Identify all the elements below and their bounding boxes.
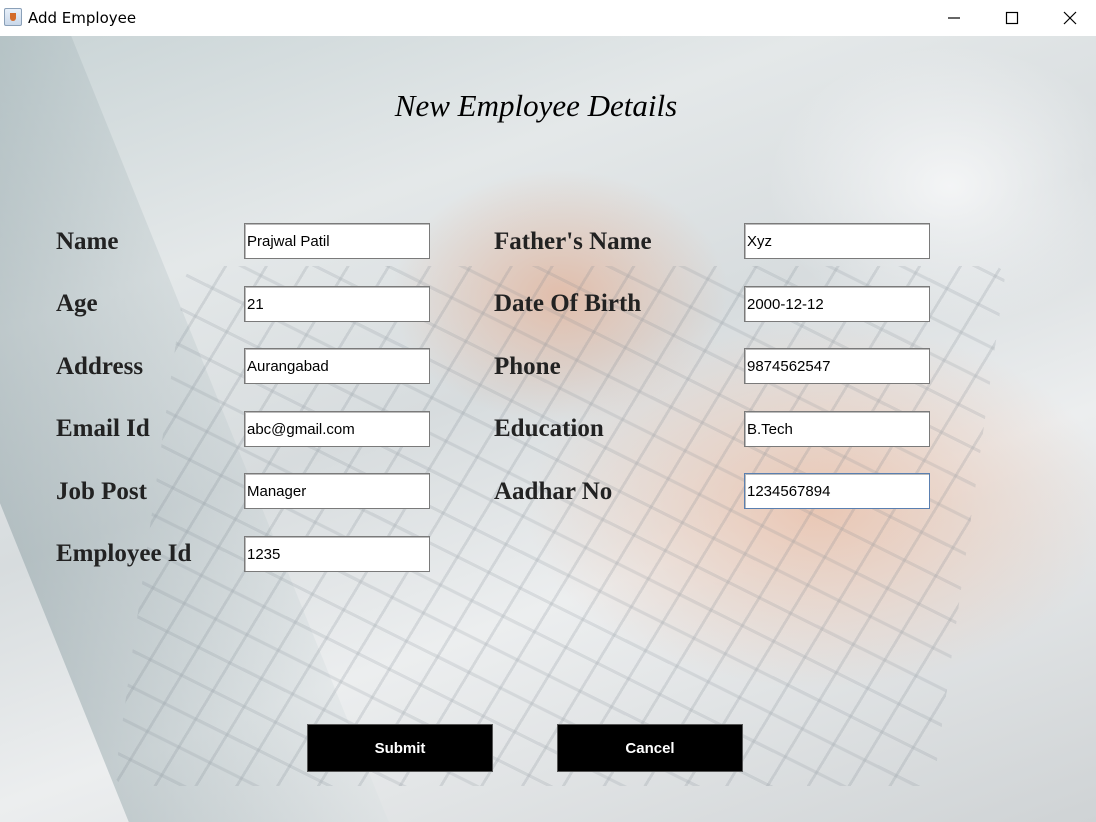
minimize-icon [948,17,960,19]
maximize-button[interactable] [983,0,1041,36]
title-bar: Add Employee [0,0,1096,36]
phone-label: Phone [494,353,561,380]
form-panel: New Employee Details Name Age Address Em… [0,36,1096,822]
age-field[interactable] [244,286,430,322]
minimize-button[interactable] [925,0,983,36]
job-post-field[interactable] [244,473,430,509]
close-icon [1063,11,1077,25]
dob-field[interactable] [744,286,930,322]
phone-field[interactable] [744,348,930,384]
aadhar-field[interactable] [744,473,930,509]
employee-id-field[interactable] [244,536,430,572]
education-field[interactable] [744,411,930,447]
java-cup-icon [4,8,22,26]
window-title: Add Employee [28,9,137,27]
email-field[interactable] [244,411,430,447]
background-keyboard [113,266,1007,786]
maximize-icon [1005,11,1019,25]
email-label: Email Id [56,415,150,442]
employee-id-label: Employee Id [56,540,192,567]
name-label: Name [56,228,119,255]
job-post-label: Job Post [56,478,147,505]
close-button[interactable] [1041,0,1096,36]
fathers-name-field[interactable] [744,223,930,259]
education-label: Education [494,415,604,442]
age-label: Age [56,290,98,317]
cancel-button[interactable]: Cancel [557,724,743,772]
fathers-name-label: Father's Name [494,228,652,255]
aadhar-label: Aadhar No [494,478,613,505]
address-label: Address [56,353,144,380]
address-field[interactable] [244,348,430,384]
submit-button[interactable]: Submit [307,724,493,772]
dob-label: Date Of Birth [494,290,642,317]
page-title: New Employee Details [394,88,678,123]
name-field[interactable] [244,223,430,259]
